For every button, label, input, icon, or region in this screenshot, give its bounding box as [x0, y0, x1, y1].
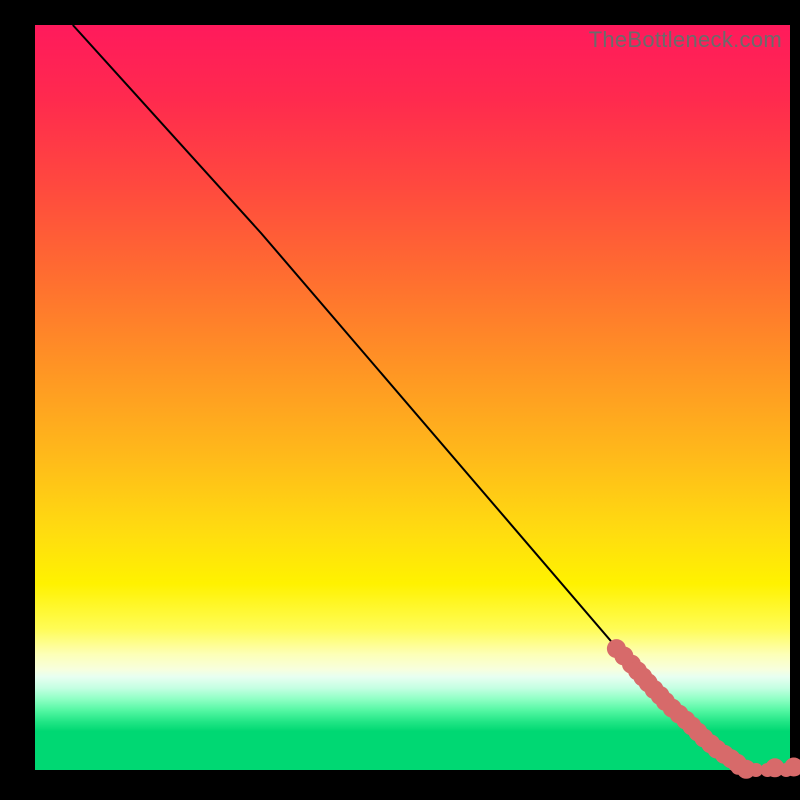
chart-curve [73, 25, 790, 770]
chart-frame: TheBottleneck.com [0, 0, 800, 800]
chart-plot-area: TheBottleneck.com [35, 25, 790, 770]
chart-scatter-group [607, 639, 800, 779]
chart-overlay-svg [35, 25, 790, 770]
